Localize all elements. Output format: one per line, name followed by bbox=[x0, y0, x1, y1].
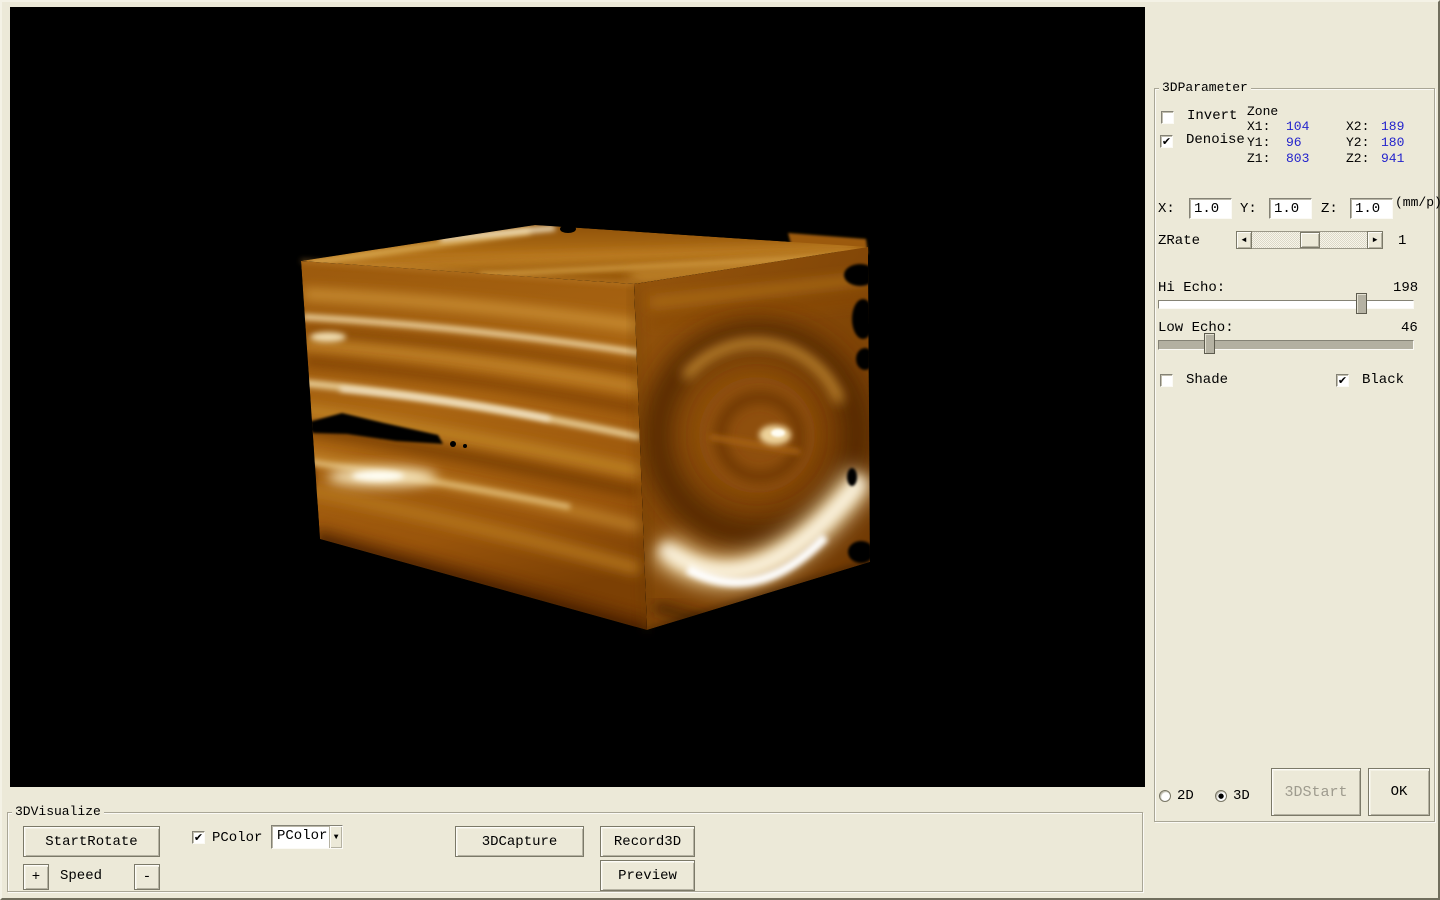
hi-echo-slider[interactable] bbox=[1158, 292, 1414, 316]
speed-plus-button[interactable]: + bbox=[23, 864, 49, 890]
chevron-down-icon: ▼ bbox=[334, 833, 339, 842]
zone-value-z2: 941 bbox=[1381, 151, 1404, 166]
parameter-group: 3DParameter Invert ✔ Denoise Zone X1: 10… bbox=[1154, 88, 1435, 822]
3d-viewport[interactable] bbox=[10, 7, 1145, 787]
zrate-right-arrow[interactable]: ► bbox=[1367, 231, 1383, 249]
mode-2d-radio[interactable] bbox=[1159, 790, 1171, 802]
zrate-left-arrow[interactable]: ◄ bbox=[1236, 231, 1252, 249]
zrate-value: 1 bbox=[1398, 233, 1406, 249]
capture-3d-button[interactable]: 3DCapture bbox=[455, 826, 584, 857]
shade-checkbox[interactable] bbox=[1160, 374, 1173, 387]
ok-button[interactable]: OK bbox=[1368, 768, 1430, 816]
zone-label-y1: Y1: bbox=[1247, 135, 1270, 150]
zone-title: Zone bbox=[1247, 104, 1278, 119]
invert-label: Invert bbox=[1187, 108, 1237, 124]
visualize-group: 3DVisualize StartRotate ✔ PColor PColor … bbox=[7, 812, 1143, 892]
invert-checkbox[interactable] bbox=[1161, 111, 1174, 124]
x-scale-input[interactable] bbox=[1189, 198, 1232, 219]
denoise-check-icon: ✔ bbox=[1162, 136, 1171, 147]
pcolor-combo-value: PColor bbox=[272, 826, 329, 848]
mode-3d-label: 3D bbox=[1233, 788, 1250, 804]
pcolor-combobox[interactable]: PColor ▼ bbox=[271, 825, 343, 849]
mode-3d-dot: ● bbox=[1218, 793, 1224, 800]
denoise-label: Denoise bbox=[1186, 132, 1245, 148]
zrate-track[interactable] bbox=[1252, 231, 1367, 249]
low-echo-channel[interactable] bbox=[1158, 340, 1414, 350]
zone-value-y1: 96 bbox=[1286, 135, 1302, 150]
speed-label: Speed bbox=[60, 868, 102, 884]
start-rotate-button[interactable]: StartRotate bbox=[23, 826, 160, 857]
y-scale-input[interactable] bbox=[1269, 198, 1312, 219]
speed-minus-button[interactable]: - bbox=[134, 864, 160, 890]
arrow-left-icon: ◄ bbox=[1242, 236, 1247, 245]
x-scale-label: X: bbox=[1158, 201, 1175, 217]
black-check-icon: ✔ bbox=[1338, 375, 1347, 386]
low-echo-thumb[interactable] bbox=[1204, 333, 1215, 354]
zone-label-y2: Y2: bbox=[1346, 135, 1369, 150]
pcolor-label: PColor bbox=[212, 830, 262, 846]
visualize-group-title: 3DVisualize bbox=[12, 804, 104, 820]
z-scale-input[interactable] bbox=[1350, 198, 1393, 219]
y-scale-label: Y: bbox=[1240, 201, 1257, 217]
shade-label: Shade bbox=[1186, 372, 1228, 388]
app-window: 3DParameter Invert ✔ Denoise Zone X1: 10… bbox=[0, 0, 1440, 900]
pcolor-checkbox[interactable]: ✔ bbox=[192, 831, 205, 844]
parameter-group-title: 3DParameter bbox=[1159, 80, 1251, 96]
denoise-checkbox[interactable]: ✔ bbox=[1160, 135, 1173, 148]
black-label: Black bbox=[1362, 372, 1404, 388]
pcolor-combo-dropdown-button[interactable]: ▼ bbox=[329, 826, 342, 848]
zone-value-x2: 189 bbox=[1381, 119, 1404, 134]
preview-button[interactable]: Preview bbox=[600, 860, 695, 891]
zone-label-z1: Z1: bbox=[1247, 151, 1270, 166]
zone-value-z1: 803 bbox=[1286, 151, 1309, 166]
hi-echo-channel[interactable] bbox=[1158, 300, 1414, 309]
hi-echo-thumb[interactable] bbox=[1356, 293, 1367, 314]
low-echo-slider[interactable] bbox=[1158, 332, 1414, 356]
black-checkbox[interactable]: ✔ bbox=[1336, 374, 1349, 387]
zrate-thumb[interactable] bbox=[1300, 232, 1320, 248]
arrow-right-icon: ► bbox=[1373, 236, 1378, 245]
zone-label-x1: X1: bbox=[1247, 119, 1270, 134]
volume-render bbox=[10, 7, 1145, 787]
z-scale-label: Z: bbox=[1321, 201, 1338, 217]
pcolor-check-icon: ✔ bbox=[194, 832, 203, 843]
mode-2d-label: 2D bbox=[1177, 788, 1194, 804]
zone-value-x1: 104 bbox=[1286, 119, 1309, 134]
mode-3d-radio[interactable]: ● bbox=[1215, 790, 1227, 802]
record-3d-button[interactable]: Record3D bbox=[600, 826, 695, 857]
zone-value-y2: 180 bbox=[1381, 135, 1404, 150]
zrate-scrollbar[interactable]: ◄ ► bbox=[1236, 231, 1383, 249]
start3d-button[interactable]: 3DStart bbox=[1271, 768, 1361, 816]
zrate-label: ZRate bbox=[1158, 233, 1200, 249]
zone-label-z2: Z2: bbox=[1346, 151, 1369, 166]
scale-unit-label: (mm/p) bbox=[1395, 195, 1440, 210]
zone-label-x2: X2: bbox=[1346, 119, 1369, 134]
